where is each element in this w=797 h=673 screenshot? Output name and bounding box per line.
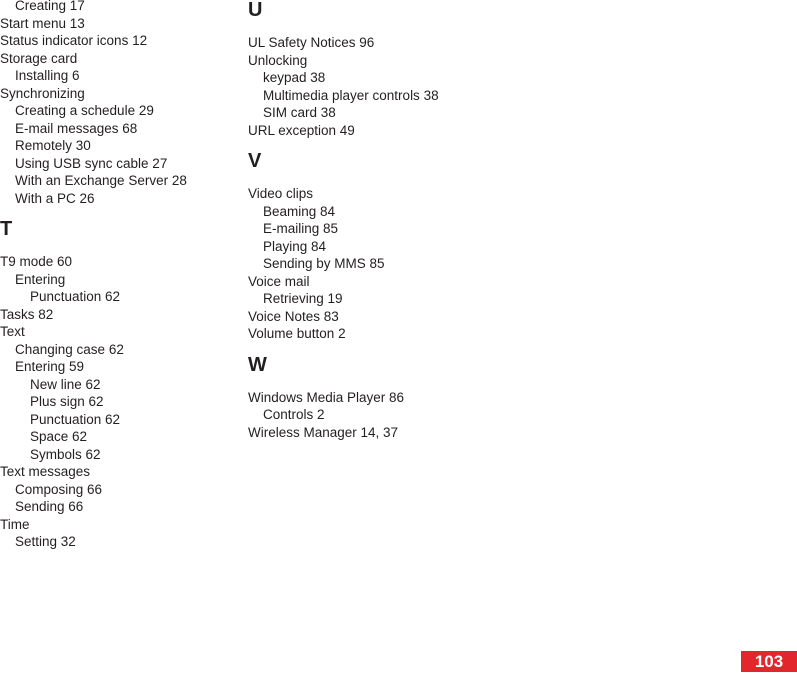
index-subentry: Setting 32 — [15, 534, 76, 549]
index-entry: T9 mode 60 — [0, 254, 73, 269]
index-entry: Unlocking — [248, 52, 308, 68]
index-subentry: Sending 66 — [15, 499, 84, 514]
index-subentry: Remotely 30 — [15, 138, 91, 153]
index-subentry: With a PC 26 — [15, 190, 95, 206]
index-entry: Wireless Manager 14, 37 — [248, 424, 399, 440]
index-entry: Tasks 82 — [0, 306, 54, 322]
index-subentry: Installing 6 — [15, 68, 80, 83]
index-entry: Storage card — [0, 50, 78, 66]
index-entry: Volume button 2 — [248, 326, 346, 341]
index-subentry: Creating a schedule 29 — [15, 103, 154, 118]
index-subentry: Plus sign 62 — [30, 394, 104, 409]
index-subentry: Playing 84 — [263, 238, 327, 254]
index-entry: Time — [0, 516, 30, 532]
index-subentry: Symbols 62 — [30, 446, 101, 462]
index-subentry: New line 62 — [30, 376, 101, 392]
index-entry: Text — [0, 324, 25, 339]
section-letter: U — [248, 0, 263, 21]
index-subentry: Changing case 62 — [15, 341, 124, 357]
index-column-right: U UL Safety Notices 96 Unlocking keypad 38 M… — [248, 0, 508, 441]
index-entry: Status indicator icons 12 — [0, 33, 148, 48]
index-subentry: With an Exchange Server 28 — [15, 173, 187, 188]
index-subentry: SIM card 38 — [263, 105, 336, 120]
index-entry: Voice mail — [248, 273, 310, 289]
index-subentry: Entering — [15, 271, 66, 287]
index-subentry: Using USB sync cable 27 — [15, 155, 168, 171]
page-number-badge: 103 — [741, 651, 797, 672]
index-subentry: Controls 2 — [263, 407, 325, 422]
index-entry: Text messages — [0, 464, 91, 479]
index-subentry: Punctuation 62 — [30, 289, 121, 304]
index-subentry: Creating 17 — [15, 0, 85, 13]
section-letter: W — [248, 353, 267, 376]
index-entry: Windows Media Player 86 — [248, 389, 405, 405]
section-letter: T — [0, 218, 13, 240]
index-subentry: Beaming 84 — [263, 203, 336, 219]
index-subentry: Punctuation 62 — [30, 411, 121, 427]
index-entry: Video clips — [248, 186, 314, 201]
index-entry: URL exception 49 — [248, 122, 355, 138]
index-subentry: keypad 38 — [263, 70, 326, 85]
index-subentry: Space 62 — [30, 429, 88, 444]
index-subentry: Sending by MMS 85 — [263, 256, 385, 271]
section-letter: V — [248, 150, 262, 172]
index-entry: Start menu 13 — [0, 15, 85, 31]
index-entry: UL Safety Notices 96 — [248, 35, 375, 50]
index-subentry: E-mail messages 68 — [15, 120, 138, 136]
index-subentry: Retrieving 19 — [263, 291, 343, 306]
index-subentry: Multimedia player controls 38 — [263, 87, 439, 103]
index-subentry: E-mailing 85 — [263, 221, 339, 236]
index-subentry: Entering 59 — [15, 359, 85, 374]
index-entry: Voice Notes 83 — [248, 308, 339, 324]
index-column-left: Creating 17 Start menu 13 Status indicator… — [0, 0, 240, 551]
index-subentry: Composing 66 — [15, 481, 103, 497]
index-entry: Synchronizing — [0, 85, 85, 101]
